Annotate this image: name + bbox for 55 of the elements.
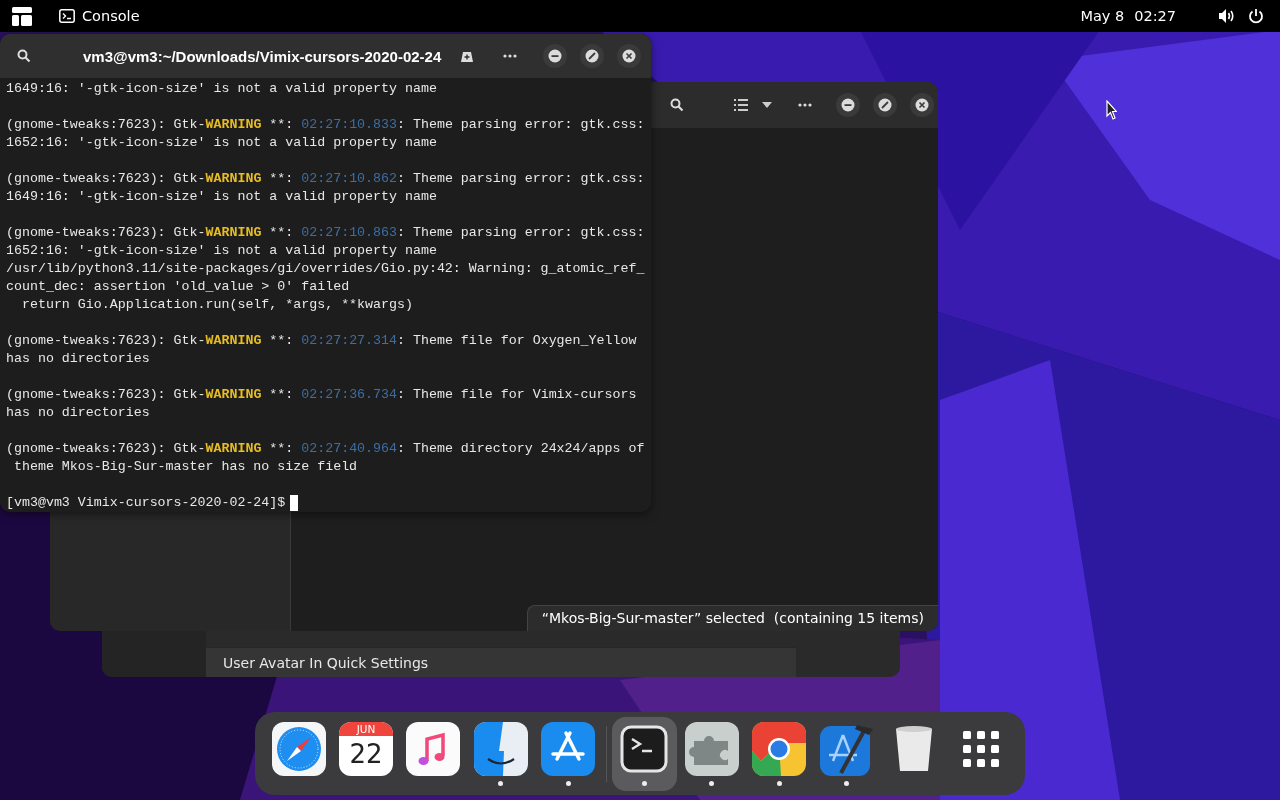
terminal-icon (59, 9, 75, 23)
shell-prompt: [vm3@vm3 Vimix-cursors-2020-02-24]$ (6, 494, 286, 512)
window-title: vm3@vm3:~/Downloads/Vimix-cursors-2020-02-24 (83, 47, 442, 65)
list-view-icon[interactable] (734, 99, 748, 111)
volume-icon[interactable] (1218, 8, 1236, 24)
search-icon[interactable] (670, 98, 684, 112)
activities-icon[interactable] (12, 6, 32, 26)
terminal-line: /usr/lib/python3.11/site-packages/gi/overrides/Gio.py:42: Warning: g_atomic_ref_ (6, 260, 646, 278)
clock-date[interactable]: May 8 (1080, 8, 1125, 24)
status-overlay: “Mkos-Big-Sur-master” selected (containing 15 items) (526, 605, 938, 631)
compass-icon (270, 721, 327, 777)
dock-item[interactable]: JUN 22 (333, 716, 399, 791)
terminal-line: theme Mkos-Big-Sur-master has no size field (12, 458, 359, 476)
text-cursor (290, 495, 299, 511)
terminal-line: has no directories (6, 350, 151, 368)
trash-icon (893, 725, 934, 773)
terminal-line: (gnome-tweaks:7623): Gtk-WARNING **: 02:27:10.833: Theme parsing error: gtk.css: (6, 116, 646, 134)
mouse-pointer-icon (1106, 100, 1117, 120)
a-shape-icon (540, 721, 597, 777)
puzzle-piece-icon (683, 721, 740, 777)
calendar-month: JUN (339, 722, 394, 736)
calendar-day: 22 (349, 736, 383, 772)
app-name: Console (82, 8, 140, 24)
terminal-line: return Gio.Application.run(self, *args, **kwargs) (20, 296, 414, 314)
two-tone-tile-icon (472, 721, 529, 777)
minimize-button[interactable] (543, 44, 567, 68)
dock-item[interactable] (611, 716, 678, 791)
new-tab-icon[interactable] (461, 50, 473, 62)
app-grid-icon (963, 731, 1000, 767)
terminal-line: (gnome-tweaks:7623): Gtk-WARNING **: 02:27:36.734: Theme file for Vimix-cursors (6, 386, 638, 404)
close-button[interactable] (910, 93, 934, 117)
close-button[interactable] (617, 44, 641, 68)
settings-row[interactable]: User Avatar In Quick Settings (206, 647, 796, 677)
terminal-line: 1649:16: '-gtk-icon-size' is not a valid property name (6, 188, 438, 206)
terminal-line: count_dec: assertion 'old_value > 0' failed (6, 278, 351, 296)
terminal-line: 1652:16: '-gtk-icon-size' is not a valid property name (6, 242, 438, 260)
terminal-line: has no directories (6, 404, 151, 422)
terminal-line: (gnome-tweaks:7623): Gtk-WARNING **: 02:27:27.314: Theme file for Oxygen_Yellow (6, 332, 638, 350)
terminal-line: (gnome-tweaks:7623): Gtk-WARNING **: 02:27:40.964: Theme directory 24x24/apps of (6, 440, 646, 458)
search-icon[interactable] (17, 49, 31, 63)
terminal-line: 1652:16: '-gtk-icon-size' is not a valid property name (6, 134, 438, 152)
music-note-icon (405, 721, 462, 777)
terminal-line: (gnome-tweaks:7623): Gtk-WARNING **: 02:27:10.863: Theme parsing error: gtk.css: (6, 224, 646, 242)
terminal-line: (gnome-tweaks:7623): Gtk-WARNING **: 02:27:10.862: Theme parsing error: gtk.css: (6, 170, 646, 188)
dropdown-icon[interactable] (762, 102, 772, 108)
minimize-button[interactable] (836, 93, 860, 117)
ring-logo-icon (751, 721, 808, 777)
terminal-icon (620, 725, 669, 773)
maximize-button[interactable] (580, 44, 604, 68)
maximize-button[interactable] (873, 93, 897, 117)
more-icon[interactable] (503, 54, 517, 58)
power-icon[interactable] (1248, 8, 1264, 24)
clock-time[interactable]: 02:27 (1134, 8, 1176, 24)
more-icon[interactable] (798, 103, 812, 107)
terminal-line: 1649:16: '-gtk-icon-size' is not a valid property name (6, 80, 438, 98)
